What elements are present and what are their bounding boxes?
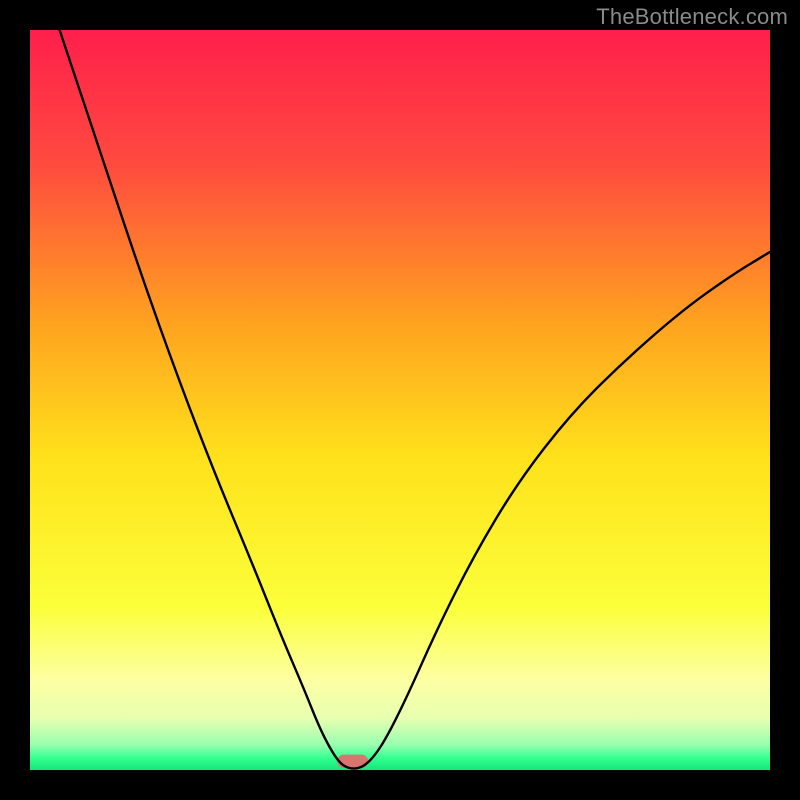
chart-frame: TheBottleneck.com [0, 0, 800, 800]
gradient-background [30, 30, 770, 770]
chart-svg [30, 30, 770, 770]
watermark-text: TheBottleneck.com [596, 4, 788, 30]
plot-area [30, 30, 770, 770]
